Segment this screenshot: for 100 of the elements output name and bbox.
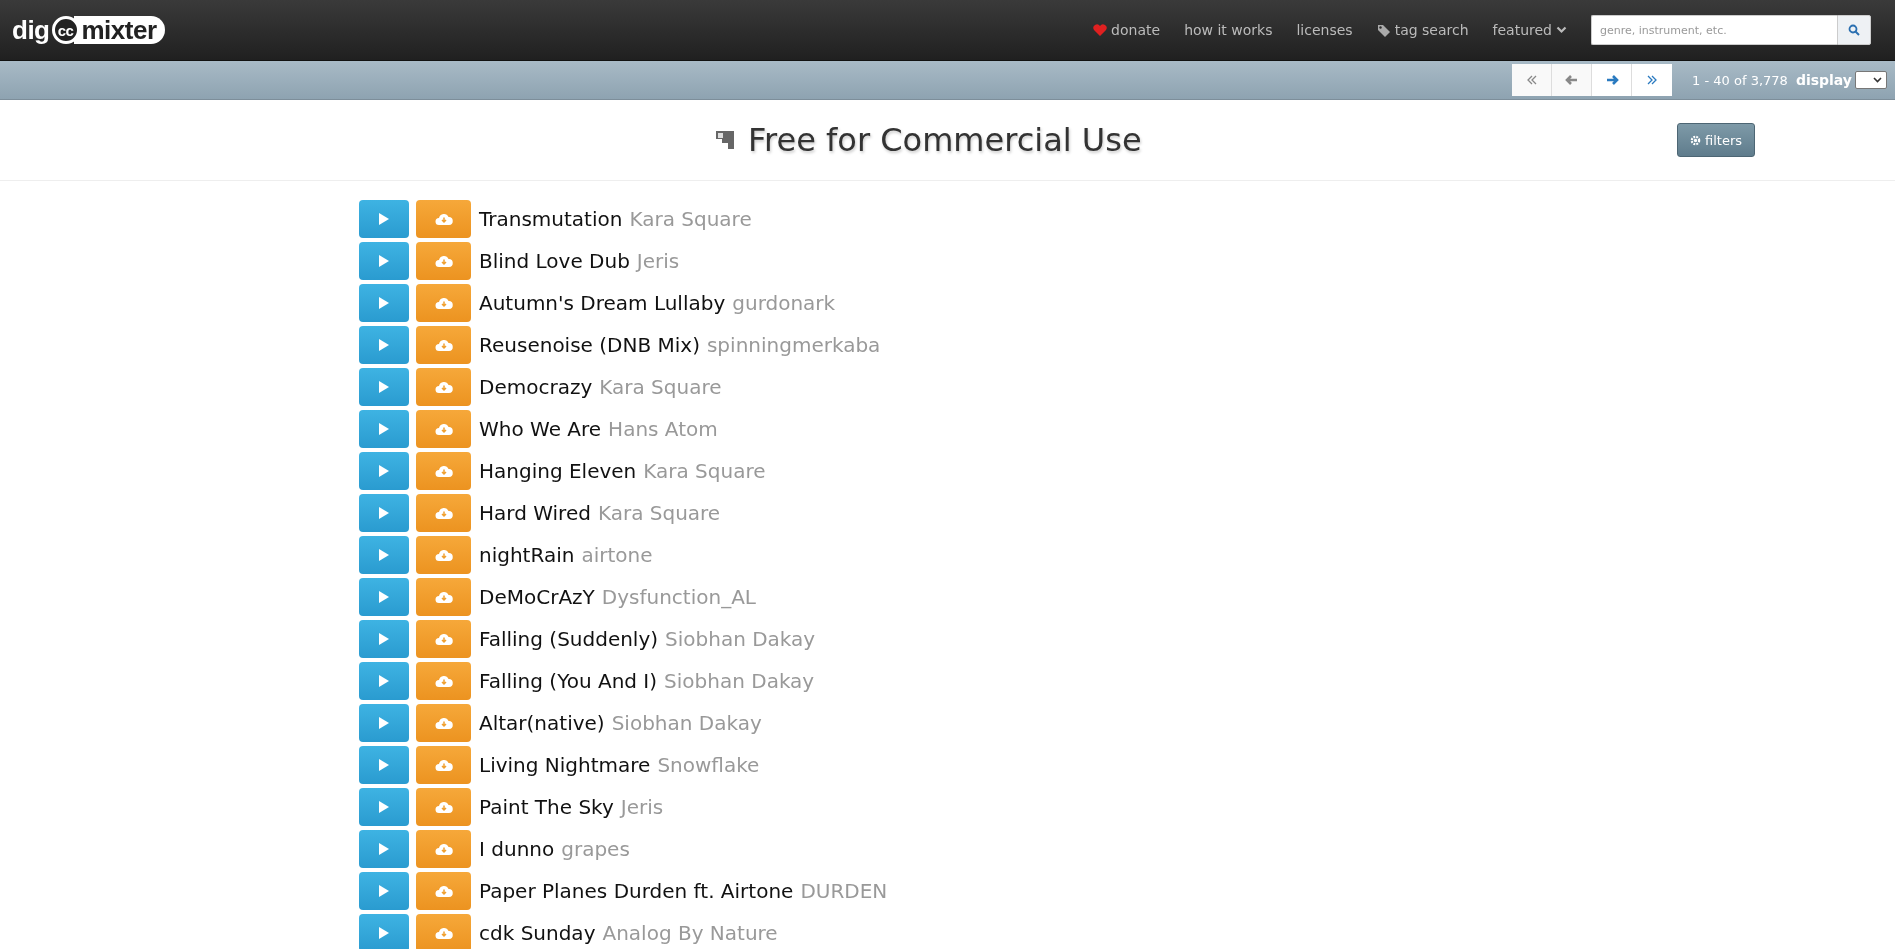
download-button[interactable] (416, 788, 471, 826)
display-select[interactable] (1855, 71, 1887, 89)
play-button[interactable] (359, 284, 409, 322)
play-icon (378, 380, 390, 394)
download-button[interactable] (416, 872, 471, 910)
play-icon (378, 422, 390, 436)
cloud-download-icon (434, 842, 453, 856)
play-button[interactable] (359, 830, 409, 868)
play-button[interactable] (359, 410, 409, 448)
play-icon (378, 758, 390, 772)
play-button[interactable] (359, 704, 409, 742)
filters-button[interactable]: filters (1677, 123, 1755, 157)
track-title[interactable]: DeMoCrAzY (479, 585, 595, 609)
download-button[interactable] (416, 452, 471, 490)
nav-link[interactable]: featured (1492, 22, 1567, 38)
track-title[interactable]: Blind Love Dub (479, 249, 630, 273)
caret-icon (1556, 26, 1567, 34)
download-button[interactable] (416, 704, 471, 742)
nav-link[interactable]: donate (1093, 22, 1161, 38)
play-button[interactable] (359, 452, 409, 490)
track-title[interactable]: Living Nightmare (479, 753, 651, 777)
download-button[interactable] (416, 368, 471, 406)
track-title[interactable]: Altar(native) (479, 711, 605, 735)
track-title[interactable]: Paint The Sky (479, 795, 614, 819)
play-icon (378, 254, 390, 268)
play-button[interactable] (359, 200, 409, 238)
track-title[interactable]: Hanging Eleven (479, 459, 637, 483)
track-title[interactable]: Transmutation (479, 207, 623, 231)
cloud-download-icon (434, 422, 453, 436)
play-button[interactable] (359, 662, 409, 700)
play-button[interactable] (359, 914, 409, 949)
download-button[interactable] (416, 242, 471, 280)
track-title[interactable]: Reusenoise (DNB Mix) (479, 333, 700, 357)
track-title[interactable]: Who We Are (479, 417, 602, 441)
track-title[interactable]: Falling (Suddenly) (479, 627, 659, 651)
track-title[interactable]: cdk Sunday (479, 921, 596, 945)
play-icon (378, 632, 390, 646)
nav-link[interactable]: licenses (1296, 22, 1353, 38)
play-button[interactable] (359, 620, 409, 658)
play-button[interactable] (359, 788, 409, 826)
play-icon (378, 338, 390, 352)
play-button[interactable] (359, 872, 409, 910)
cloud-download-icon (434, 380, 453, 394)
cloud-download-icon (434, 296, 453, 310)
download-button[interactable] (416, 620, 471, 658)
download-button[interactable] (416, 662, 471, 700)
track-title[interactable]: Paper Planes Durden ft. Airtone (479, 879, 794, 903)
download-button[interactable] (416, 830, 471, 868)
cloud-download-icon (434, 926, 453, 940)
play-button[interactable] (359, 242, 409, 280)
play-button[interactable] (359, 494, 409, 532)
nav-link[interactable]: how it works (1184, 22, 1273, 38)
cloud-download-icon (434, 254, 453, 268)
cloud-download-icon (434, 884, 453, 898)
track-title[interactable]: Hard Wired (479, 501, 591, 525)
play-button[interactable] (359, 368, 409, 406)
track-title[interactable]: Falling (You And I) (479, 669, 658, 693)
download-button[interactable] (416, 284, 471, 322)
download-button[interactable] (416, 746, 471, 784)
search-button[interactable] (1837, 15, 1871, 45)
play-icon (378, 716, 390, 730)
play-icon (378, 590, 390, 604)
cloud-download-icon (434, 548, 453, 562)
cloud-download-icon (434, 674, 453, 688)
search-field[interactable]: genre, instrument, etc. (1591, 15, 1837, 45)
search-icon (1848, 24, 1860, 36)
play-button[interactable] (359, 578, 409, 616)
play-icon (378, 842, 390, 856)
track-title[interactable]: nightRain (479, 543, 575, 567)
play-icon (378, 800, 390, 814)
track-title[interactable]: Autumn's Dream Lullaby (479, 291, 726, 315)
play-icon (378, 506, 390, 520)
cloud-download-icon (434, 716, 453, 730)
display-label: display (1795, 72, 1852, 88)
download-button[interactable] (416, 326, 471, 364)
track-title[interactable]: Democrazy (479, 375, 593, 399)
track-title[interactable]: I dunno (479, 837, 555, 861)
heart-icon (1093, 24, 1108, 36)
gear-icon (1690, 134, 1701, 146)
play-button[interactable] (359, 536, 409, 574)
play-icon (378, 548, 390, 562)
cloud-download-icon (434, 800, 453, 814)
cloud-download-icon (434, 590, 453, 604)
play-icon (378, 296, 390, 310)
page-title: Free for Commercial Use (748, 121, 1142, 159)
download-button[interactable] (416, 914, 471, 949)
cloud-download-icon (434, 212, 453, 226)
play-button[interactable] (359, 746, 409, 784)
download-button[interactable] (416, 200, 471, 238)
download-button[interactable] (416, 578, 471, 616)
download-button[interactable] (416, 410, 471, 448)
play-button[interactable] (359, 326, 409, 364)
download-button[interactable] (416, 494, 471, 532)
tag-icon (1376, 23, 1391, 37)
play-icon (378, 212, 390, 226)
cloud-download-icon (434, 338, 453, 352)
play-icon (378, 674, 390, 688)
nav-link[interactable]: tag search (1376, 22, 1469, 38)
cloud-download-icon (434, 758, 453, 772)
download-button[interactable] (416, 536, 471, 574)
